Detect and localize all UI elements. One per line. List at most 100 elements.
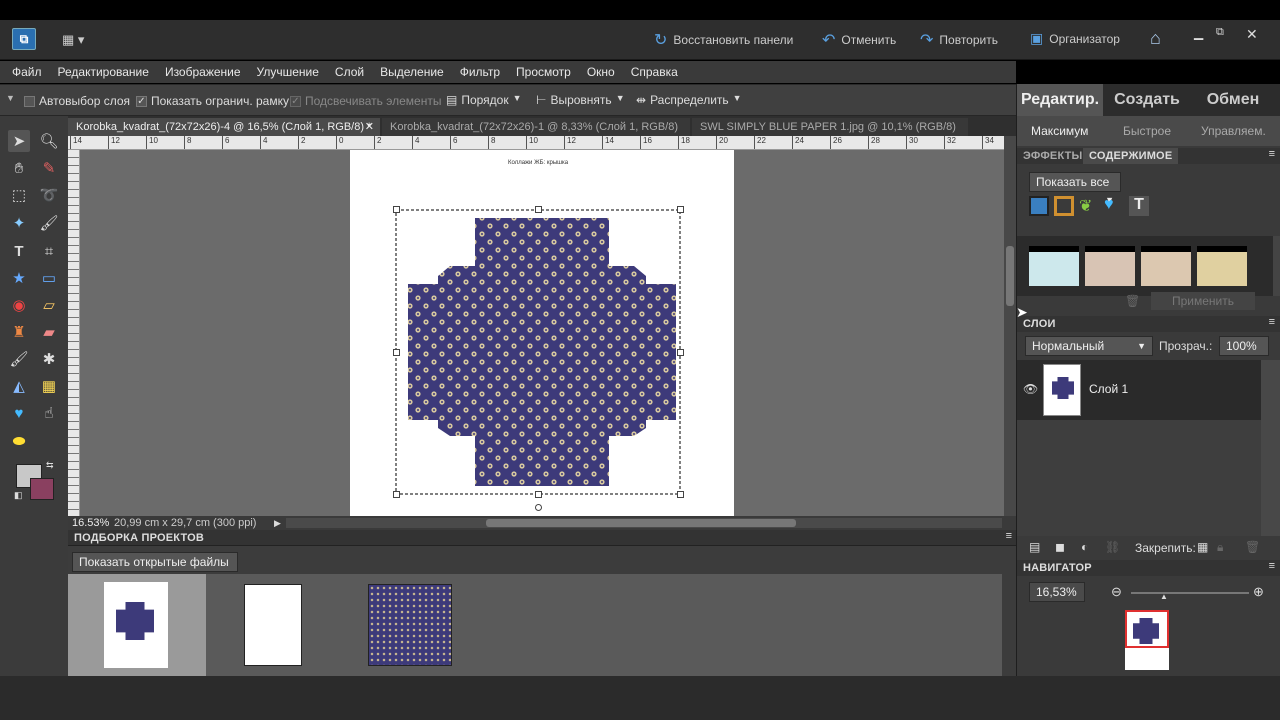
panel-menu-icon[interactable]: ≡	[1006, 530, 1012, 542]
align-dropdown[interactable]: ⊢ Выровнять ▼	[536, 93, 625, 107]
mode-guided[interactable]: Управляем.	[1201, 124, 1266, 138]
panel-menu-icon[interactable]: ≡	[1269, 316, 1275, 328]
blend-mode-dropdown[interactable]: Нормальный ▼	[1025, 336, 1153, 356]
blur-tool-icon[interactable]: ☝︎	[38, 402, 60, 424]
background-color-swatch[interactable]	[30, 478, 54, 500]
graphics-icon[interactable]: ❦	[1079, 196, 1099, 216]
tab-content[interactable]: СОДЕРЖИМОЕ	[1083, 148, 1179, 164]
transform-handle[interactable]	[393, 206, 400, 213]
zoom-readout[interactable]: 16.53%	[72, 516, 109, 530]
lasso-tool-icon[interactable]: ➰	[38, 184, 60, 206]
show-open-files-dropdown[interactable]: Показать открытые файлы▼	[72, 552, 238, 585]
order-dropdown[interactable]: ▤ Порядок ▼	[446, 93, 522, 107]
default-colors-icon[interactable]: ◧	[14, 490, 23, 501]
brush-tool-icon[interactable]: 🖌︎	[8, 348, 30, 370]
content-thumb[interactable]	[1141, 246, 1191, 286]
thumbnail-3[interactable]	[368, 584, 452, 666]
menu-filter[interactable]: Фильтр	[452, 61, 508, 83]
red-eye-tool-icon[interactable]: ◉	[8, 294, 30, 316]
new-layer-icon[interactable]: ▤	[1029, 540, 1040, 554]
crop-tool-icon[interactable]: ⌗	[38, 240, 60, 262]
content-thumb[interactable]	[1029, 246, 1079, 286]
mode-quick[interactable]: Быстрое	[1123, 124, 1171, 138]
transform-handle[interactable]	[535, 206, 542, 213]
type-tool-icon[interactable]: T	[8, 240, 30, 262]
text-effects-icon[interactable]: T	[1129, 196, 1149, 216]
zoom-out-icon[interactable]: ⊖	[1111, 584, 1122, 600]
clone-stamp-tool-icon[interactable]: ♜	[8, 321, 30, 343]
horizontal-scrollbar[interactable]	[286, 518, 1002, 528]
status-arrow-icon[interactable]: ▶	[274, 516, 281, 530]
menu-select[interactable]: Выделение	[372, 61, 452, 83]
show-all-dropdown[interactable]: Показать все ▼	[1029, 172, 1121, 205]
workspace-layout-button[interactable]: ▦ ▾	[62, 32, 94, 48]
sponge-tool-icon[interactable]: ⬬	[8, 430, 30, 452]
transform-handle[interactable]	[677, 491, 684, 498]
navigator-zoom-field[interactable]: 16,53%	[1029, 582, 1085, 602]
thumbnail-2[interactable]	[244, 584, 302, 666]
smart-brush-tool-icon[interactable]: ✱	[38, 348, 60, 370]
menu-enhance[interactable]: Улучшение	[249, 61, 327, 83]
zoom-slider-thumb[interactable]: ▲	[1160, 592, 1168, 601]
restore-panels-button[interactable]: ↻ Восстановить панели	[654, 30, 793, 50]
hand-tool-icon[interactable]: ✋︎	[8, 157, 30, 179]
restore-window-icon[interactable]: ⧉	[1216, 26, 1224, 39]
selection-brush-tool-icon[interactable]: 🖌︎	[38, 212, 60, 234]
bounding-box-checkbox[interactable]: ✓ Показать огранич. рамку	[136, 94, 289, 108]
delete-layer-icon[interactable]: 🗑︎	[1245, 540, 1260, 554]
healing-brush-tool-icon[interactable]: ▱	[38, 294, 60, 316]
home-icon[interactable]: ⌂	[1150, 28, 1161, 49]
cookie-cutter-tool-icon[interactable]: ♥	[8, 402, 30, 424]
opacity-field[interactable]: 100%▼	[1219, 336, 1269, 369]
eyedropper-tool-icon[interactable]: ✎	[38, 157, 60, 179]
tab-document-3[interactable]: SWL SIMPLY BLUE PAPER 1.jpg @ 10,1% (RGB…	[692, 118, 968, 151]
close-icon[interactable]: ✕	[365, 118, 374, 136]
new-adjustment-layer-icon[interactable]: ◼	[1055, 540, 1065, 554]
vertical-scrollbar[interactable]	[1004, 136, 1016, 516]
content-thumb[interactable]	[1197, 246, 1247, 286]
zoom-tool-icon[interactable]: 🔍︎	[38, 130, 60, 152]
menu-layer[interactable]: Слой	[327, 61, 372, 83]
shapes-icon[interactable]: ♥	[1104, 196, 1124, 216]
close-window-icon[interactable]: ✕	[1246, 26, 1258, 43]
lock-all-icon[interactable]: 🔒︎	[1217, 540, 1223, 555]
apply-button[interactable]: Применить	[1151, 292, 1255, 310]
tab-create[interactable]: Создать	[1107, 84, 1187, 116]
backgrounds-icon[interactable]	[1029, 196, 1049, 216]
layer-mask-icon[interactable]: ◐	[1081, 540, 1088, 554]
menu-window[interactable]: Окно	[579, 61, 623, 83]
gradient-tool-icon[interactable]: ▦	[38, 375, 60, 397]
rotate-handle[interactable]	[535, 504, 542, 511]
tab-document-1[interactable]: Korobka_kvadrat_(72x72x26)-4 @ 16,5% (Сл…	[68, 118, 380, 136]
distribute-dropdown[interactable]: ⇹ Распределить ▼	[636, 93, 742, 107]
organizer-button[interactable]: ▣ Организатор	[1030, 30, 1120, 47]
highlight-checkbox[interactable]: ✓ Подсвечивать элементы	[290, 94, 441, 108]
zoom-slider[interactable]	[1131, 592, 1249, 594]
transform-handle[interactable]	[677, 349, 684, 356]
thumbnail-1[interactable]	[68, 574, 206, 676]
undo-button[interactable]: ↶ Отменить	[822, 30, 896, 50]
content-thumb[interactable]	[1085, 246, 1135, 286]
eraser-tool-icon[interactable]: ▰	[38, 321, 60, 343]
transform-handle[interactable]	[393, 491, 400, 498]
magic-wand-tool-icon[interactable]: ✦	[8, 212, 30, 234]
marquee-tool-icon[interactable]: ⬚	[8, 184, 30, 206]
menu-image[interactable]: Изображение	[157, 61, 249, 83]
shape-tool-icon[interactable]: ★	[8, 267, 30, 289]
transform-handle[interactable]	[393, 349, 400, 356]
recompose-tool-icon[interactable]: ▭	[38, 267, 60, 289]
swap-colors-icon[interactable]: ⇆	[46, 460, 54, 471]
menu-file[interactable]: Файл	[4, 61, 50, 83]
trash-icon[interactable]: 🗑︎	[1125, 294, 1140, 308]
menu-view[interactable]: Просмотр	[508, 61, 579, 83]
transform-handle[interactable]	[535, 491, 542, 498]
visibility-eye-icon[interactable]: 👁︎	[1023, 382, 1038, 396]
navigator-preview[interactable]	[1125, 610, 1169, 670]
layer-row[interactable]: 👁︎ Слой 1	[1017, 360, 1261, 420]
frames-icon[interactable]	[1054, 196, 1074, 216]
menu-edit[interactable]: Редактирование	[50, 61, 157, 83]
zoom-in-icon[interactable]: ⊕	[1253, 584, 1264, 600]
tab-effects[interactable]: ЭФФЕКТЫ	[1023, 150, 1083, 162]
redo-button[interactable]: ↷ Повторить	[920, 30, 998, 50]
link-layers-icon[interactable]: ⛓︎	[1105, 540, 1120, 554]
